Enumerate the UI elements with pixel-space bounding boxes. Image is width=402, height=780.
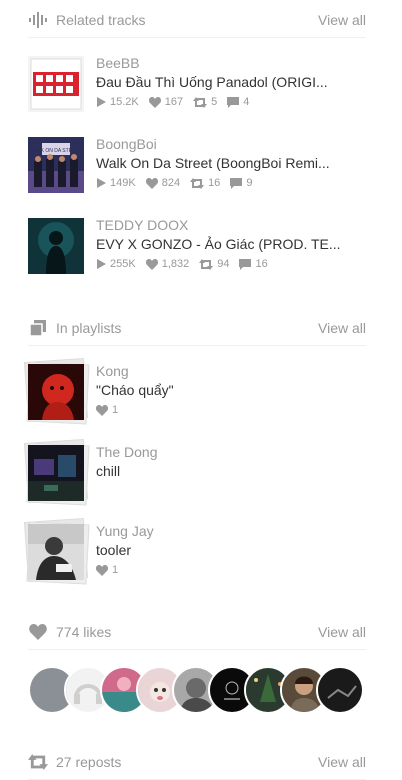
play-icon: [97, 259, 106, 269]
likes-count[interactable]: 774 likes: [56, 624, 111, 640]
heart-icon: [96, 404, 108, 416]
likes-header: 774 likes View all: [28, 614, 366, 650]
plays-stat: 149K: [96, 177, 136, 189]
track-title[interactable]: Walk On Da Street (BoongBoi Remi...: [96, 153, 358, 173]
comment-icon: [239, 258, 252, 270]
likers-avatars: [28, 666, 368, 714]
playlist-icon: [28, 319, 48, 337]
plays-stat: 15.2K: [96, 96, 139, 108]
likes-stat[interactable]: 1: [96, 564, 118, 576]
likes-view-all-link[interactable]: View all: [318, 624, 366, 640]
likes-stat[interactable]: 1: [96, 404, 118, 416]
comments-stat[interactable]: 4: [227, 96, 249, 108]
heart-icon: [28, 623, 48, 641]
related-track-3[interactable]: TEDDY DOOX EVY X GONZO - Ảo Giác (PROD. …: [28, 216, 368, 274]
track-artwork[interactable]: [28, 218, 84, 274]
heart-icon: [145, 177, 158, 189]
reposts-view-all-link[interactable]: View all: [318, 754, 366, 770]
playlist-item-1[interactable]: Kong "Cháo quẩy" 1: [23, 357, 368, 425]
playlist-artwork[interactable]: [23, 357, 90, 425]
playlist-title[interactable]: chill: [96, 461, 157, 481]
reposts-stat[interactable]: 94: [199, 258, 229, 270]
playlist-user[interactable]: Yung Jay: [96, 522, 154, 540]
playlist-artwork[interactable]: [23, 438, 90, 506]
related-track-2[interactable]: WALK ON DA STREET BoongBoi Walk On Da St…: [28, 135, 368, 193]
playlists-view-all-link[interactable]: View all: [318, 320, 366, 336]
comments-stat[interactable]: 9: [230, 177, 252, 189]
repost-icon: [28, 753, 48, 771]
repost-icon: [190, 177, 205, 189]
playlists-title: In playlists: [56, 319, 122, 336]
avatar[interactable]: [316, 666, 364, 714]
playlist-item-2[interactable]: The Dong chill: [23, 438, 368, 506]
track-title[interactable]: EVY X GONZO - Ảo Giác (PROD. TE...: [96, 234, 358, 254]
heart-icon: [96, 564, 108, 576]
plays-stat: 255K: [96, 258, 136, 270]
track-artwork[interactable]: [28, 56, 84, 112]
heart-icon: [148, 96, 161, 108]
playlist-artwork[interactable]: [23, 517, 90, 585]
reposts-stat[interactable]: 5: [193, 96, 217, 108]
related-track-1[interactable]: BeeBB Đau Đầu Thì Uống Panadol (ORIGI...…: [28, 54, 368, 112]
playlist-user[interactable]: Kong: [96, 362, 174, 380]
related-tracks-header: Related tracks View all: [28, 2, 366, 38]
track-artwork[interactable]: WALK ON DA STREET: [28, 137, 84, 193]
comment-icon: [230, 177, 243, 189]
playlist-title[interactable]: "Cháo quẩy": [96, 380, 174, 400]
repost-icon: [193, 96, 208, 108]
repost-icon: [199, 258, 214, 270]
reposts-stat[interactable]: 16: [190, 177, 220, 189]
comment-icon: [227, 96, 240, 108]
art-text: WALK ON DA STREET: [30, 148, 82, 154]
waveform-icon: [28, 11, 48, 29]
playlist-item-3[interactable]: Yung Jay tooler 1: [23, 517, 368, 585]
likes-stat[interactable]: 824: [145, 177, 180, 189]
heart-icon: [145, 258, 158, 270]
playlist-title[interactable]: tooler: [96, 540, 154, 560]
comments-stat[interactable]: 16: [239, 258, 268, 270]
track-user[interactable]: TEDDY DOOX: [96, 216, 368, 234]
play-icon: [97, 178, 106, 188]
reposts-header: 27 reposts View all: [28, 744, 366, 780]
related-tracks-title: Related tracks: [56, 11, 146, 28]
related-view-all-link[interactable]: View all: [318, 12, 366, 28]
playlists-header: In playlists View all: [28, 310, 366, 346]
track-user[interactable]: BeeBB: [96, 54, 368, 72]
play-icon: [97, 97, 106, 107]
track-title[interactable]: Đau Đầu Thì Uống Panadol (ORIGI...: [96, 72, 358, 92]
likes-stat[interactable]: 167: [148, 96, 183, 108]
reposts-count[interactable]: 27 reposts: [56, 754, 121, 770]
track-user[interactable]: BoongBoi: [96, 135, 368, 153]
playlist-user[interactable]: The Dong: [96, 443, 157, 461]
likes-stat[interactable]: 1,832: [145, 258, 189, 270]
